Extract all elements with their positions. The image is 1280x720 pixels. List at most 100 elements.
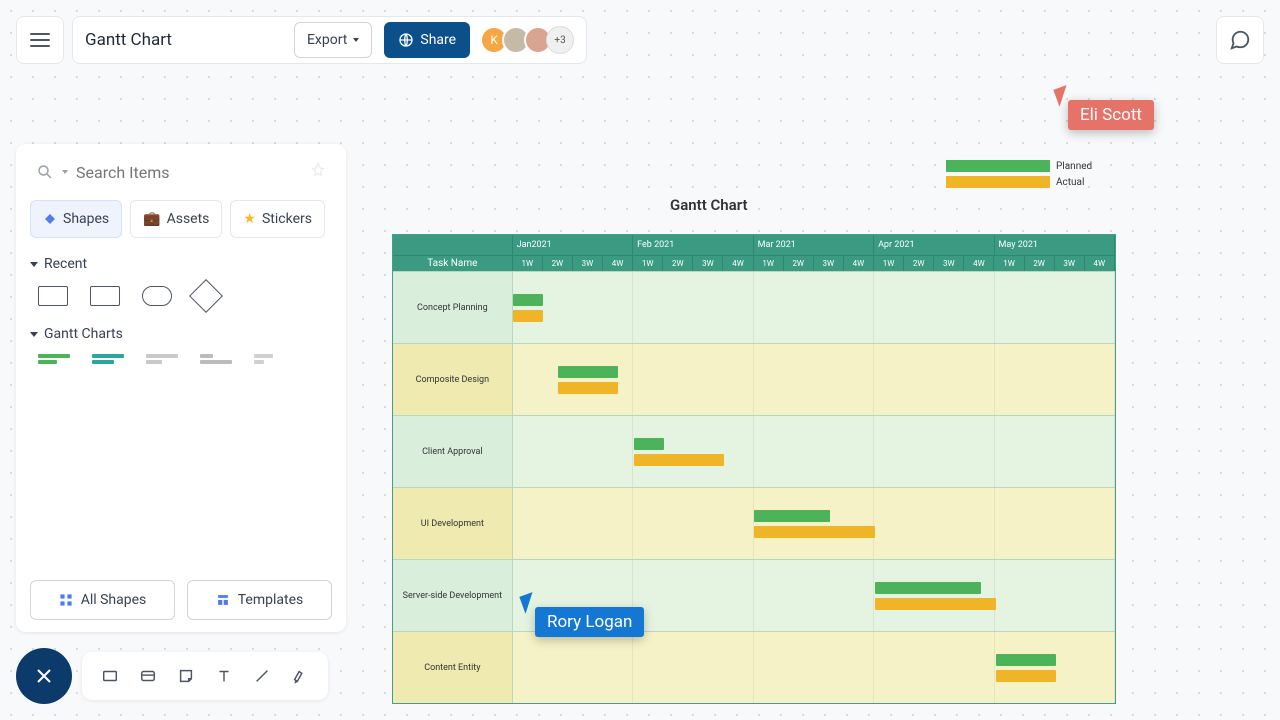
tab-shapes[interactable]: Shapes [30,200,122,238]
chevron-down-icon [353,38,359,42]
task-name: Composite Design [393,343,513,415]
section-recent[interactable]: Recent [30,256,332,272]
menu-button[interactable] [16,16,64,64]
actual-bar[interactable] [558,382,618,394]
hamburger-icon [30,33,50,47]
section-gantt-charts[interactable]: Gantt Charts [30,326,332,342]
note-tool[interactable] [176,666,196,686]
legend-label: Planned [1056,161,1092,172]
week-header: 4W [603,255,633,271]
gantt-thumb[interactable] [38,354,70,368]
diamond-icon [43,212,57,226]
globe-icon [398,32,414,48]
search-input[interactable] [76,163,302,182]
week-header: 2W [904,255,934,271]
tab-label: Stickers [262,211,312,227]
actual-bar[interactable] [996,670,1056,682]
week-header: 3W [934,255,964,271]
section-label: Gantt Charts [44,326,123,342]
close-fab[interactable] [16,648,72,704]
tab-label: Assets [167,211,210,227]
pin-icon[interactable] [310,162,326,182]
caret-down-icon [30,262,38,267]
caret-down-icon [30,332,38,337]
avatar-more[interactable]: +3 [546,26,574,54]
shape-diamond[interactable] [189,279,223,313]
planned-bar[interactable] [996,654,1056,666]
timeline-cell[interactable] [513,487,1115,559]
week-header: 4W [844,255,874,271]
gantt-row[interactable]: Client Approval [393,415,1115,487]
actual-bar[interactable] [754,526,875,538]
shape-rectangle[interactable] [90,286,120,306]
task-name: Client Approval [393,415,513,487]
planned-bar[interactable] [513,294,543,306]
shape-pill[interactable] [142,286,172,306]
remote-cursor-eli: Eli Scott [1068,100,1154,130]
gantt-thumb[interactable] [254,354,286,368]
actual-bar[interactable] [513,310,543,322]
all-shapes-button[interactable]: All Shapes [30,580,175,620]
planned-bar[interactable] [754,510,830,522]
gantt-row[interactable]: Concept Planning [393,271,1115,343]
tab-assets[interactable]: 💼 Assets [130,200,222,238]
collaborator-avatars[interactable]: K +3 [482,26,574,54]
chat-icon [1229,29,1251,51]
card-tool[interactable] [138,666,158,686]
week-header: 2W [543,255,573,271]
planned-bar[interactable] [634,438,664,450]
planned-bar[interactable] [875,582,981,594]
week-header: 1W [874,255,904,271]
task-name: UI Development [393,487,513,559]
text-tool[interactable] [214,666,234,686]
gantt-thumb[interactable] [200,354,232,368]
templates-button[interactable]: Templates [187,580,332,620]
timeline-cell[interactable] [513,271,1115,343]
chevron-down-icon[interactable] [62,170,68,174]
gantt-row[interactable]: Content Entity [393,631,1115,703]
shapes-icon [59,593,73,607]
timeline-cell[interactable] [513,415,1115,487]
gantt-thumb[interactable] [92,354,124,368]
actual-bar[interactable] [634,454,725,466]
button-label: All Shapes [81,592,147,608]
task-header-corner [393,235,513,255]
week-header: 2W [1025,255,1055,271]
section-label: Recent [44,256,87,272]
legend-swatch-planned [946,160,1050,172]
task-name: Content Entity [393,631,513,703]
gantt-chart[interactable]: Jan2021Feb 2021Mar 2021Apr 2021May 2021T… [392,234,1116,704]
actual-bar[interactable] [875,598,996,610]
export-button[interactable]: Export [294,22,372,58]
close-icon [34,666,54,686]
chat-button[interactable] [1216,16,1264,64]
rectangle-tool[interactable] [100,666,120,686]
timeline-cell[interactable] [513,631,1115,703]
gantt-row[interactable]: Server-side Development [393,559,1115,631]
legend-label: Actual [1056,177,1084,188]
share-button[interactable]: Share [384,22,470,58]
task-name-header: Task Name [393,255,513,271]
tab-stickers[interactable]: ★ Stickers [230,200,325,238]
planned-bar[interactable] [558,366,618,378]
document-title[interactable]: Gantt Chart [85,30,172,50]
week-header: 3W [573,255,603,271]
week-header: 3W [693,255,723,271]
briefcase-icon: 💼 [143,211,160,227]
shape-rectangle[interactable] [38,286,68,306]
highlighter-tool[interactable] [290,666,310,686]
timeline-cell[interactable] [513,343,1115,415]
week-header: 1W [754,255,784,271]
shapes-panel: Shapes 💼 Assets ★ Stickers Recent Gantt … [16,144,346,632]
week-header: 4W [1085,255,1115,271]
line-tool[interactable] [252,666,272,686]
gantt-row[interactable]: UI Development [393,487,1115,559]
gantt-row[interactable]: Composite Design [393,343,1115,415]
month-header: Apr 2021 [874,235,994,255]
week-header: 3W [1055,255,1085,271]
month-header: Mar 2021 [754,235,874,255]
week-header: 4W [964,255,994,271]
template-icon [216,593,230,607]
gantt-thumb[interactable] [146,354,178,368]
legend-swatch-actual [946,176,1050,188]
